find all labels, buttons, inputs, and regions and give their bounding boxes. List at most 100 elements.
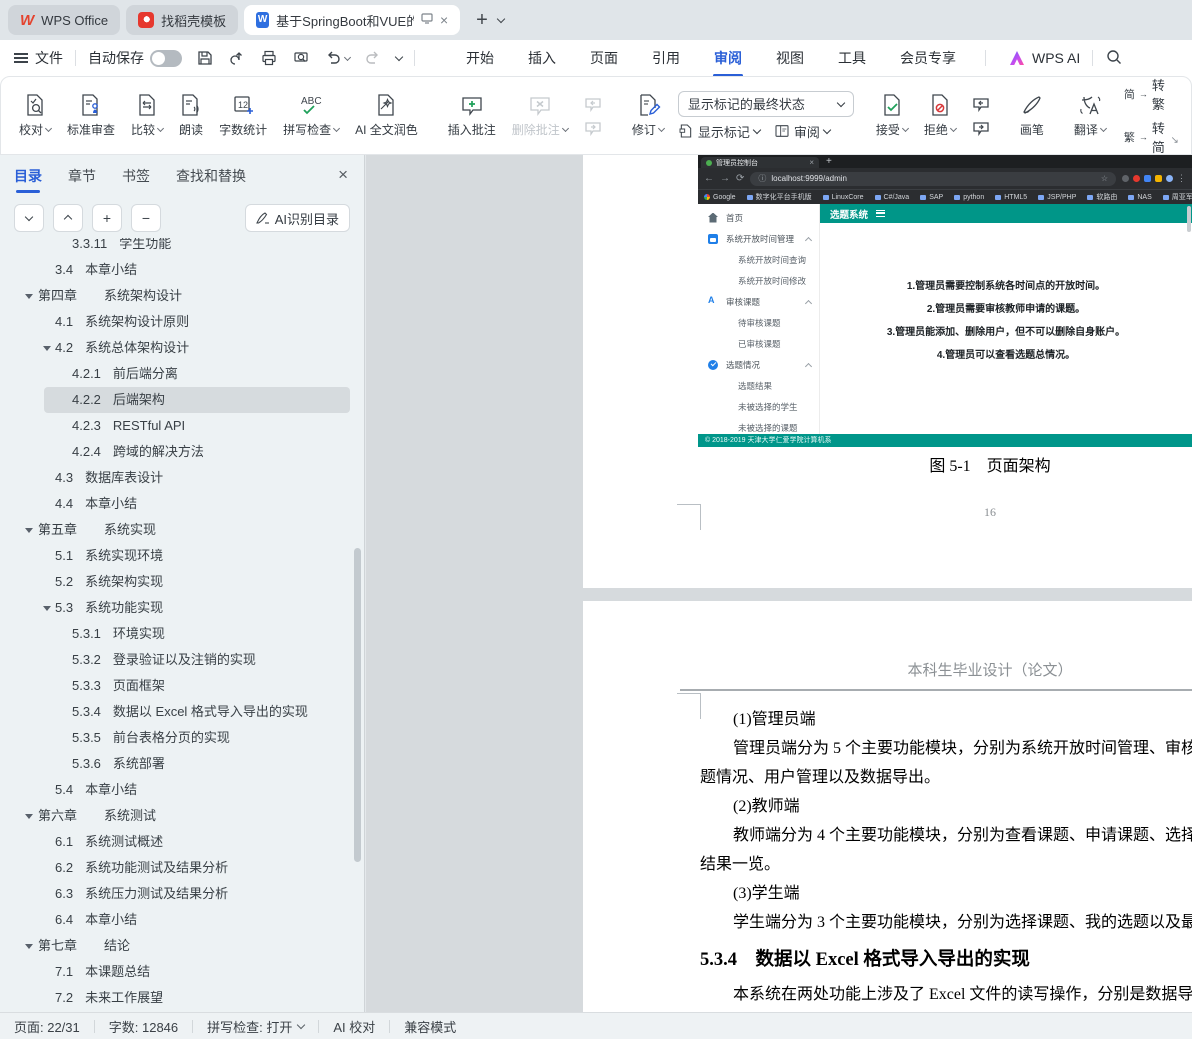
pane-tab[interactable]: 书签 [122,157,150,195]
toc-item[interactable]: 5.3.1环境实现 [0,621,364,647]
expand-triangle-icon[interactable] [25,814,33,819]
toc-item[interactable]: 3.3.11学生功能 [0,238,364,257]
close-pane-icon[interactable]: × [338,165,348,185]
ribbon-tab[interactable]: 页面 [573,41,635,75]
toc-item[interactable]: 7.1本课题总结 [0,959,364,985]
undo-icon[interactable] [324,49,350,67]
ai-proofread-indicator[interactable]: AI 校对 [333,1017,375,1036]
search-icon[interactable] [1105,48,1123,69]
word-count-indicator[interactable]: 字数: 12846 [109,1017,178,1036]
toc-item[interactable]: 5.3.6系统部署 [0,751,364,777]
toc-item[interactable]: 4.1系统架构设计原则 [0,309,364,335]
new-tab-icon[interactable]: + [476,9,488,32]
ribbon-tab[interactable]: 视图 [759,41,821,75]
reject-change-button[interactable]: 拒绝 [916,85,964,147]
toc-item[interactable]: 4.4本章小结 [0,491,364,517]
ai-recognize-toc-button[interactable]: AI识别目录 [245,204,350,232]
text-line[interactable]: 教师端分为 4 个主要功能模块，分别为查看课题、申请课题、选择学 [700,821,1192,850]
pane-tab[interactable]: 查找和替换 [176,157,246,195]
toc-item[interactable]: 第七章结论 [0,933,364,959]
expand-triangle-icon[interactable] [25,944,33,949]
document-page-1[interactable]: 管理员控制台 × + ← → ⟳ ⓘ localhost:9999/admin … [583,155,1192,588]
zoom-out-button[interactable]: − [131,204,161,232]
toc-item[interactable]: 6.1系统测试概述 [0,829,364,855]
read-aloud-button[interactable]: 朗读 [171,85,211,147]
text-line[interactable]: 5.3.4 数据以 Excel 格式导入导出的实现 [700,940,1192,980]
ribbon-tab[interactable]: 引用 [635,41,697,75]
document-canvas[interactable]: 管理员控制台 × + ← → ⟳ ⓘ localhost:9999/admin … [366,155,1192,1012]
toc-item[interactable]: 4.3数据库表设计 [0,465,364,491]
expand-all-button[interactable] [53,204,83,232]
export-icon[interactable] [228,49,246,67]
ribbon-tab[interactable]: 审阅 [697,41,759,75]
collapse-all-button[interactable] [14,204,44,232]
show-markup-button[interactable]: 显示标记 [678,122,760,141]
compare-button[interactable]: 比较 [123,85,171,147]
app-tab-home[interactable]: W WPS Office [8,5,120,35]
toc-item[interactable]: 4.2.3RESTful API [0,413,364,439]
review-pane-button[interactable]: 审阅 [774,122,830,141]
text-line[interactable]: (2)教师端 [700,792,1192,821]
toc-item[interactable]: 第四章系统架构设计 [0,283,364,309]
autosave-control[interactable]: 自动保存 [88,48,182,68]
zoom-in-button[interactable]: + [92,204,122,232]
toc-item[interactable]: 5.3.2登录验证以及注销的实现 [0,647,364,673]
expand-triangle-icon[interactable] [43,346,51,351]
pane-tab[interactable]: 目录 [14,157,42,195]
text-line[interactable]: 学生端分为 3 个主要功能模块，分别为选择课题、我的选题以及最 [700,908,1192,937]
toc-item[interactable]: 6.3系统压力测试及结果分析 [0,881,364,907]
ribbon-tab[interactable]: 工具 [821,41,883,75]
toc-item[interactable]: 5.3.3页面框架 [0,673,364,699]
toc-item[interactable]: 5.4本章小结 [0,777,364,803]
toc-scrollbar[interactable] [354,548,361,862]
toc-item[interactable]: 4.2系统总体架构设计 [0,335,364,361]
toc-item[interactable]: 第五章系统实现 [0,517,364,543]
toc-item[interactable]: 5.2系统架构实现 [0,569,364,595]
expand-triangle-icon[interactable] [25,528,33,533]
toc-item[interactable]: 5.3.5前台表格分页的实现 [0,725,364,751]
toc-item[interactable]: 第六章系统测试 [0,803,364,829]
text-line[interactable]: 题情况、用户管理以及数据导出。 [700,763,1192,792]
toc-item[interactable]: 5.3.4数据以 Excel 格式导入导出的实现 [0,699,364,725]
spell-check-button[interactable]: ABC 拼写检查 [275,85,347,147]
tab-list-chevron-icon[interactable] [497,15,505,23]
wps-ai-button[interactable]: WPS AI [1008,50,1080,66]
text-line[interactable]: (1)管理员端 [700,705,1192,734]
toc-item[interactable]: 6.4本章小结 [0,907,364,933]
translate-button[interactable]: 翻译 [1066,85,1114,147]
track-changes-button[interactable]: 修订 [624,85,672,147]
text-line[interactable]: (3)学生端 [700,879,1192,908]
ai-polish-button[interactable]: AI 全文润色 [347,85,426,147]
toc-item[interactable]: 5.3系统功能实现 [0,595,364,621]
file-menu[interactable]: 文件 [14,48,63,68]
toc-item[interactable]: 4.2.1前后端分离 [0,361,364,387]
body-text[interactable]: (1)管理员端 管理员端分为 5 个主要功能模块，分别为系统开放时间管理、审核课… [700,705,1192,1009]
toc-item[interactable]: 4.2.2后端架构 [0,387,364,413]
proofread-button[interactable]: 校对 [11,85,59,147]
spellcheck-indicator[interactable]: 拼写检查: 打开 [207,1017,304,1036]
standard-review-button[interactable]: 标准审查 [59,85,123,147]
next-change-icon[interactable] [968,119,994,137]
accept-change-button[interactable]: 接受 [868,85,916,147]
markup-state-dropdown[interactable]: 显示标记的最终状态 [678,91,854,117]
print-preview-icon[interactable] [292,49,310,67]
save-icon[interactable] [196,49,214,67]
ribbon-tab[interactable]: 插入 [511,41,573,75]
ribbon-tab[interactable]: 开始 [449,41,511,75]
word-count-button[interactable]: 12 字数统计 [211,85,275,147]
app-tab-document[interactable]: W 基于SpringBoot和VUE的学生 × [244,5,460,35]
ribbon-tab[interactable]: 会员专享 [883,41,973,75]
toc-item[interactable]: 7.2未来工作展望 [0,985,364,1011]
insert-comment-button[interactable]: 插入批注 [440,85,504,147]
toc-item[interactable]: 4.2.4跨域的解决方法 [0,439,364,465]
print-icon[interactable] [260,49,278,67]
toc-item[interactable]: 6.2系统功能测试及结果分析 [0,855,364,881]
toc-item[interactable]: 5.1系统实现环境 [0,543,364,569]
text-line[interactable]: 管理员端分为 5 个主要功能模块，分别为系统开放时间管理、审核课 [700,734,1192,763]
close-tab-icon[interactable]: × [440,12,448,28]
autosave-toggle[interactable] [150,50,182,67]
previous-change-icon[interactable] [968,95,994,113]
document-page-2[interactable]: 本科生毕业设计（论文） (1)管理员端 管理员端分为 5 个主要功能模块，分别为… [583,601,1192,1012]
toc-item[interactable]: 3.4本章小结 [0,257,364,283]
expand-triangle-icon[interactable] [25,294,33,299]
